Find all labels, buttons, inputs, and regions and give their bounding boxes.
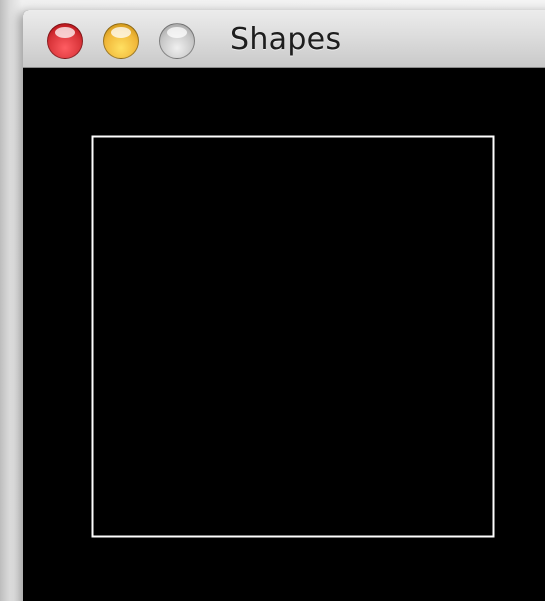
close-button[interactable] [47, 23, 83, 59]
drawing-canvas[interactable] [23, 68, 545, 601]
square-outline [91, 135, 495, 538]
window-controls [47, 23, 195, 59]
minimize-button[interactable] [103, 23, 139, 59]
desktop: Shapes [0, 0, 545, 601]
canvas-svg [91, 135, 495, 538]
window-title: Shapes [230, 22, 342, 57]
zoom-button[interactable] [159, 23, 195, 59]
app-window: Shapes [23, 10, 545, 601]
title-bar[interactable]: Shapes [23, 10, 545, 68]
